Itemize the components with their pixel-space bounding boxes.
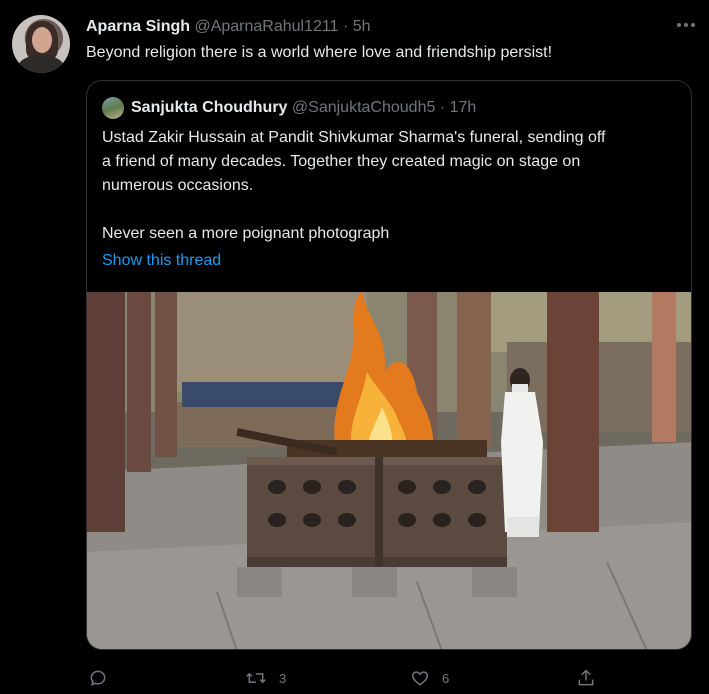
separator-dot: · — [439, 99, 446, 116]
avatar-face — [32, 27, 52, 53]
reply-icon — [90, 670, 106, 686]
avatar-shoulders — [18, 55, 64, 73]
author-handle[interactable]: @AparnaRahul1211 — [194, 18, 338, 35]
quoted-text-line: a friend of many decades. Together they … — [102, 153, 581, 170]
like-count: 6 — [442, 670, 450, 686]
quoted-author-handle: @SanjuktaChoudh5 — [291, 99, 436, 116]
quoted-text-line: Ustad Zakir Hussain at Pandit Shivkumar … — [102, 129, 606, 146]
tweet-header: Aparna Singh @AparnaRahul1211 · 5h — [86, 17, 371, 37]
retweet-icon — [246, 672, 266, 684]
retweet-button[interactable]: 3 — [245, 668, 286, 688]
reply-button[interactable] — [88, 668, 108, 688]
quoted-tweet-header: Sanjukta Choudhury @SanjuktaChoudh5 · 17… — [131, 98, 476, 118]
quoted-tweet[interactable]: Sanjukta Choudhury @SanjuktaChoudh5 · 17… — [86, 80, 692, 650]
author-avatar[interactable] — [12, 15, 70, 73]
quoted-text-second: Never seen a more poignant photograph — [102, 225, 390, 242]
quoted-author-name: Sanjukta Choudhury — [131, 99, 288, 116]
tweet-time[interactable]: 5h — [353, 18, 371, 35]
share-button[interactable] — [576, 668, 596, 688]
share-icon — [578, 669, 594, 686]
separator-dot: · — [342, 18, 349, 35]
retweet-count: 3 — [279, 670, 287, 686]
quoted-tweet-time: 17h — [449, 99, 477, 116]
tweet-actions: 3 6 — [0, 668, 709, 692]
more-options-icon[interactable] — [673, 14, 699, 36]
show-thread-link[interactable]: Show this thread — [102, 251, 221, 271]
quoted-tweet-text: Ustad Zakir Hussain at Pandit Shivkumar … — [102, 126, 682, 246]
author-name[interactable]: Aparna Singh — [86, 18, 190, 35]
heart-icon — [411, 671, 429, 686]
funeral-photo[interactable] — [87, 292, 692, 650]
like-button[interactable]: 6 — [410, 668, 449, 688]
tweet-text: Beyond religion there is a world where l… — [86, 44, 553, 61]
quoted-author-avatar — [102, 97, 124, 119]
quoted-text-line: numerous occasions. — [102, 177, 254, 194]
